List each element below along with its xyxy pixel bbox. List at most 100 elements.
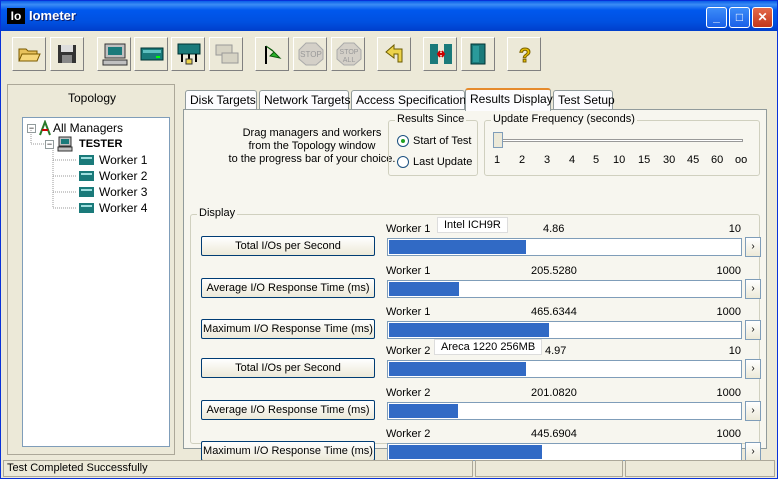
row-range-button[interactable]: › <box>745 401 761 421</box>
tab-access-specifications[interactable]: Access Specifications <box>351 90 472 110</box>
topology-panel: Topology − All Managers − TESTER Worker … <box>7 84 175 455</box>
radio-selected-icon[interactable] <box>397 135 409 148</box>
row-max: 10 <box>728 345 741 357</box>
maximize-button[interactable]: □ <box>729 7 750 28</box>
topology-tree[interactable]: − All Managers − TESTER Worker 1 Worker … <box>22 117 170 447</box>
row-value: 205.5280 <box>531 265 577 277</box>
tree-item-worker[interactable]: Worker 2 <box>79 168 167 184</box>
reset-arrow-icon <box>385 43 403 63</box>
exit-button[interactable] <box>461 37 495 71</box>
title-bar[interactable]: Io Iometer _ □ ✕ <box>1 1 777 31</box>
row-worker-label: Worker 1 <box>386 265 431 277</box>
start-flag-icon <box>265 45 282 64</box>
row-range-button[interactable]: › <box>745 237 761 257</box>
start-network-worker-button[interactable] <box>171 37 205 71</box>
result-progress-fill <box>389 445 542 459</box>
status-pane <box>475 460 623 477</box>
radio-unselected-icon[interactable] <box>397 156 409 169</box>
frequency-tick: 3 <box>544 154 551 166</box>
row-value: 201.0820 <box>531 387 577 399</box>
iometer-window: Io Iometer _ □ ✕ STOP STOP ALL ? Topolog… <box>0 0 778 479</box>
stop-icon: STOP <box>298 42 324 66</box>
tab-network-targets[interactable]: Network Targets <box>259 90 350 110</box>
open-config-button[interactable] <box>12 37 46 71</box>
radio-start-of-test[interactable]: Start of Test <box>397 135 472 148</box>
metric-select-button[interactable]: Average I/O Response Time (ms) <box>201 400 375 420</box>
save-config-button[interactable] <box>50 37 84 71</box>
display-label: Display <box>197 207 238 219</box>
row-range-button[interactable]: › <box>745 442 761 462</box>
tab-test-setup[interactable]: Test Setup <box>553 90 615 110</box>
row-worker-label: Worker 1 <box>386 306 431 318</box>
results-since-label: Results Since <box>395 113 467 125</box>
row-value: 465.6344 <box>531 306 577 318</box>
row-range-button[interactable]: › <box>745 320 761 340</box>
help-glyph: ? <box>519 45 531 66</box>
worker-label: Worker 2 <box>99 169 148 183</box>
tree-item-worker[interactable]: Worker 1 <box>79 152 167 168</box>
result-progress-bar <box>387 443 742 461</box>
computer-icon <box>102 43 128 66</box>
frequency-tick: 15 <box>638 154 651 166</box>
row-value: 445.6904 <box>531 428 577 440</box>
result-progress-bar <box>387 280 742 298</box>
duplicate-worker-button[interactable] <box>209 37 243 71</box>
tab-disk-targets[interactable]: Disk Targets <box>185 90 257 110</box>
result-progress-fill <box>389 404 458 418</box>
results-since-group: Results Since Start of Test Last Update <box>388 113 478 176</box>
row-max: 1000 <box>716 306 741 318</box>
worker-label: Worker 1 <box>99 153 148 167</box>
display-group: Display Worker 1 4.86 10 Total I/Os per Sec… <box>190 207 761 462</box>
tree-item-worker[interactable]: Worker 3 <box>79 184 167 200</box>
row-value: 4.97 <box>545 345 567 357</box>
disconnect-workers-button[interactable] <box>423 37 457 71</box>
metric-select-button[interactable]: Total I/Os per Second <box>201 236 375 256</box>
topology-title: Topology <box>67 91 117 105</box>
update-frequency-track[interactable] <box>495 139 743 142</box>
radio-last-update[interactable]: Last Update <box>397 156 472 169</box>
row-range-button[interactable]: › <box>745 279 761 299</box>
tab-results-display[interactable]: Results Display <box>465 88 553 111</box>
reset-workers-button[interactable] <box>377 37 411 71</box>
stop-all-icon-text: STOP <box>340 49 359 56</box>
row-worker-label: Worker 1 <box>386 223 431 235</box>
stop-all-button[interactable]: STOP ALL <box>331 37 365 71</box>
drag-hint-line: Drag managers and workers <box>242 127 382 139</box>
row-value: 4.86 <box>543 223 565 235</box>
drag-hint: Drag managers and workers from the Topol… <box>222 127 402 166</box>
drag-hint-line: to the progress bar of your choice. <box>228 153 396 165</box>
result-progress-bar <box>387 402 742 420</box>
worker-label: Worker 4 <box>99 201 148 215</box>
help-button[interactable]: ? <box>507 37 541 71</box>
frequency-tick: 1 <box>494 154 501 166</box>
minimize-button[interactable]: _ <box>706 7 727 28</box>
metric-select-button[interactable]: Maximum I/O Response Time (ms) <box>201 441 375 461</box>
tree-item-worker[interactable]: Worker 4 <box>79 200 167 216</box>
metric-select-button[interactable]: Total I/Os per Second <box>201 358 375 378</box>
target-tooltip: Intel ICH9R <box>437 217 508 233</box>
drag-hint-line: from the Topology window <box>248 140 376 152</box>
status-pane <box>625 460 775 477</box>
frequency-tick: 30 <box>663 154 676 166</box>
stop-icon-text: STOP <box>300 50 322 59</box>
status-bar: Test Completed Successfully <box>3 460 775 478</box>
exit-workers-icon <box>430 44 452 64</box>
row-range-button[interactable]: › <box>745 359 761 379</box>
results-display-pane: Drag managers and workers from the Topol… <box>183 109 767 462</box>
start-manager-button[interactable] <box>97 37 131 71</box>
update-frequency-slider[interactable] <box>493 132 503 148</box>
exit-door-icon <box>470 43 486 65</box>
row-worker-label: Worker 2 <box>386 428 431 440</box>
start-disk-worker-button[interactable] <box>134 37 168 71</box>
row-max: 10 <box>728 223 741 235</box>
update-frequency-group: Update Frequency (seconds) 1 2 3 4 5 10 … <box>484 113 760 176</box>
close-button[interactable]: ✕ <box>752 7 773 28</box>
metric-select-button[interactable]: Average I/O Response Time (ms) <box>201 278 375 298</box>
row-max: 1000 <box>716 428 741 440</box>
row-max: 1000 <box>716 265 741 277</box>
start-test-button[interactable] <box>255 37 289 71</box>
metric-select-button[interactable]: Maximum I/O Response Time (ms) <box>201 319 375 339</box>
stop-test-button[interactable]: STOP <box>293 37 327 71</box>
frequency-tick: 10 <box>613 154 626 166</box>
result-progress-bar <box>387 360 742 378</box>
